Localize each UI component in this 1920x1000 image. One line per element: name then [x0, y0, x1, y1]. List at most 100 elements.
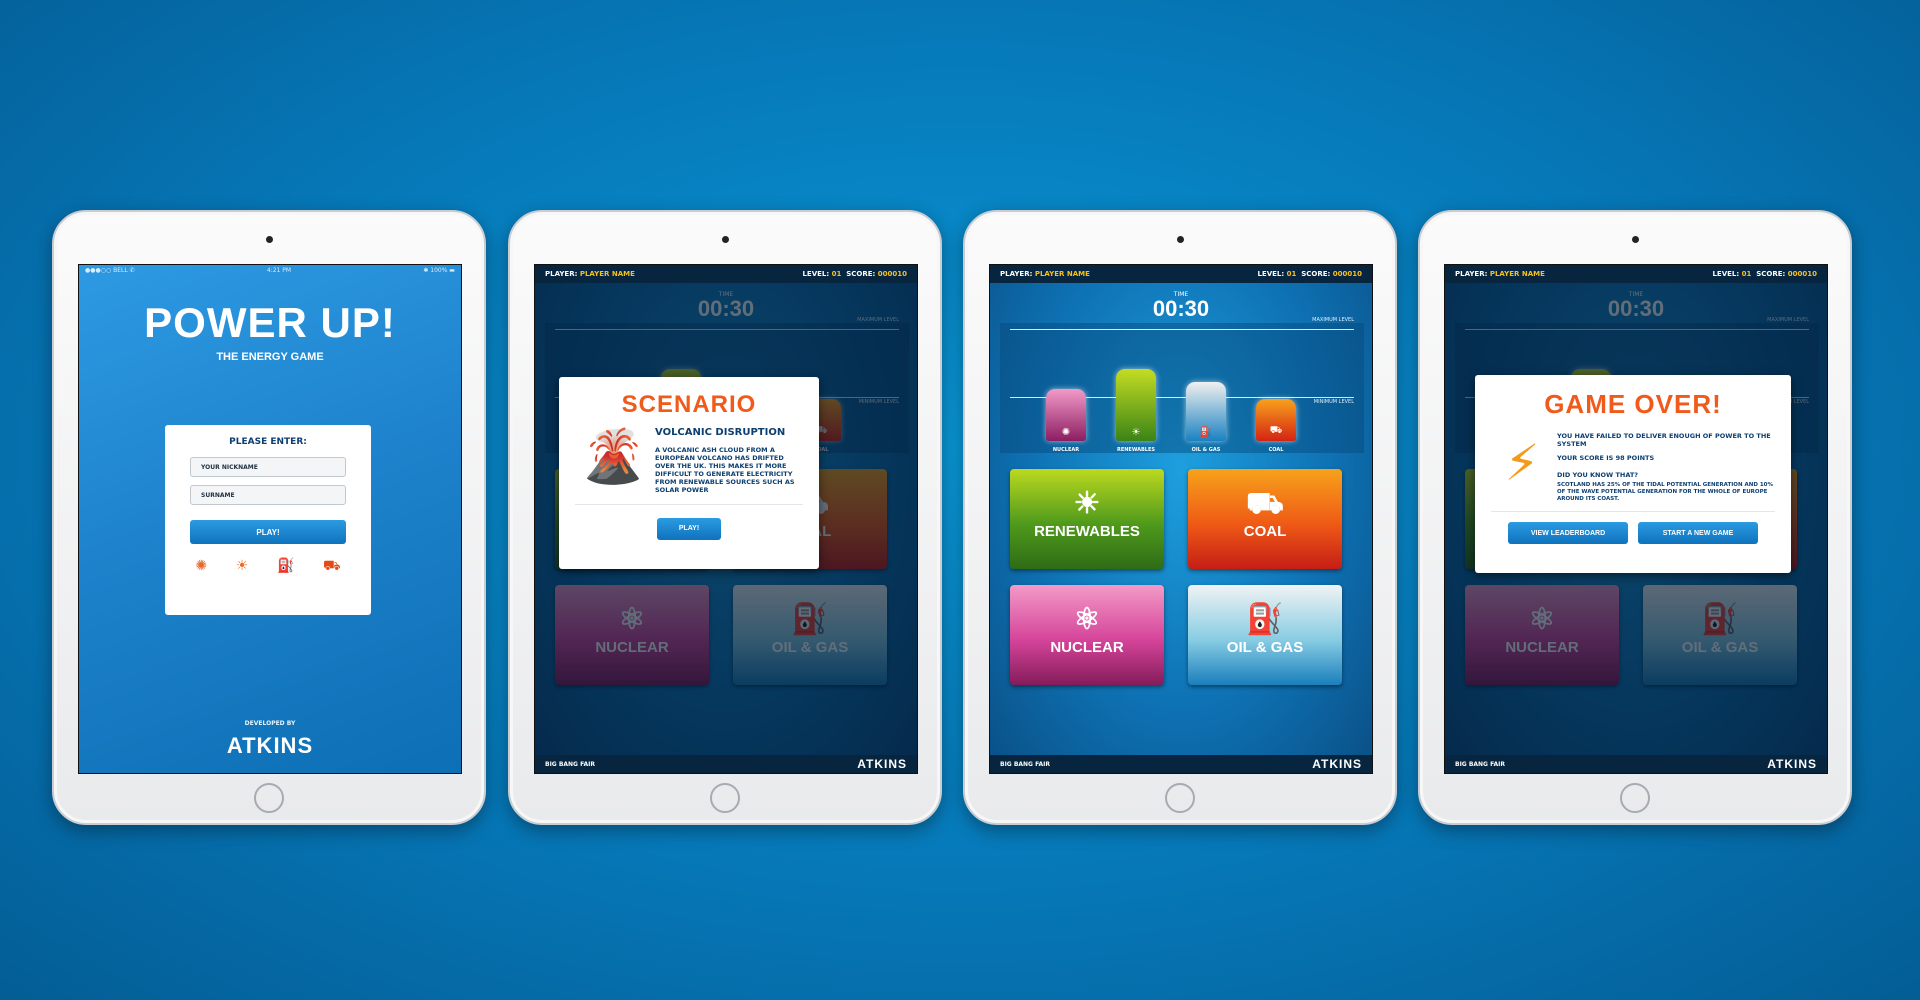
- renewables-tile-label: RENEWABLES: [1034, 523, 1140, 540]
- game-subtitle: THE ENERGY GAME: [216, 351, 324, 363]
- coal-icon: ⛟: [323, 558, 341, 574]
- scenario-play-button[interactable]: PLAY!: [657, 517, 721, 540]
- event-label: BIG BANG FAIR: [1000, 760, 1050, 768]
- fact-body: SCOTLAND HAS 25% OF THE TIDAL POTENTIAL …: [1557, 482, 1773, 502]
- coal-cart-icon: ⛟: [1269, 425, 1283, 436]
- nuclear-tile-label: NUCLEAR: [1050, 639, 1124, 656]
- volcano-icon: 🌋: [580, 427, 646, 487]
- energy-tiles: ☀ RENEWABLES ⛟ COAL ⚛ NUCLEAR ⛽ OIL & GAS: [1010, 469, 1354, 709]
- camera: [1177, 236, 1184, 243]
- footer: BIG BANG FAIR ATKINS: [990, 755, 1372, 773]
- level-label: LEVEL:: [802, 270, 830, 278]
- camera: [266, 236, 273, 243]
- home-button[interactable]: [710, 783, 740, 813]
- level-value: 01: [831, 270, 842, 278]
- ipad-game-over: PLAYER: PLAYER NAME LEVEL: 01 SCORE: 000…: [1418, 210, 1852, 825]
- coal-tile[interactable]: ⛟ COAL: [1188, 469, 1342, 569]
- dialog-divider: [575, 504, 803, 505]
- home-button[interactable]: [1165, 783, 1195, 813]
- dialog-divider: [1491, 511, 1775, 512]
- coal-tile-label: COAL: [1243, 523, 1287, 540]
- player-label: PLAYER:: [1455, 270, 1488, 278]
- solar-panel-icon: ☀: [1073, 487, 1101, 520]
- game-title: POWER UP!: [144, 299, 396, 346]
- renewables-tile[interactable]: ☀ RENEWABLES: [1010, 469, 1164, 569]
- jerrycan-icon: ⛽: [1199, 427, 1213, 438]
- hud: PLAYER: PLAYER NAME LEVEL: 01 SCORE: 000…: [1445, 265, 1827, 283]
- scenario-title: SCENARIO: [621, 391, 757, 418]
- footer-logo: ATKINS: [857, 757, 907, 771]
- clock-text: 4:21 PM: [266, 267, 292, 274]
- nickname-field[interactable]: YOUR NICKNAME: [190, 457, 346, 477]
- battery-text: ✱ 100% ▬: [423, 267, 455, 274]
- score-value: 000010: [877, 270, 907, 278]
- footer-logo: ATKINS: [1312, 757, 1362, 771]
- atkins-logo: ATKINS: [226, 733, 314, 758]
- player-name: PLAYER NAME: [1034, 270, 1090, 278]
- oil-gas-tile[interactable]: ⛽ OIL & GAS: [1188, 585, 1342, 685]
- max-level-line: [1010, 329, 1354, 330]
- home-button[interactable]: [1620, 783, 1650, 813]
- score-value: 000010: [1787, 270, 1817, 278]
- footer-logo: ATKINS: [1767, 757, 1817, 771]
- energy-bar: ☀: [1116, 369, 1156, 441]
- status-bar: ●●●○○ BELL ✆ 4:21 PM ✱ 100% ▬: [79, 265, 461, 277]
- game-over-screen: PLAYER: PLAYER NAME LEVEL: 01 SCORE: 000…: [1444, 264, 1828, 774]
- game-screen: PLAYER: PLAYER NAME LEVEL: 01 SCORE: 000…: [989, 264, 1373, 774]
- game-over-title: GAME OVER!: [1544, 389, 1722, 419]
- score-value: 000010: [1332, 270, 1362, 278]
- player-label: PLAYER:: [1000, 270, 1033, 278]
- footer: BIG BANG FAIR ATKINS: [535, 755, 917, 773]
- renewables-icon: ☀: [235, 558, 249, 574]
- game-over-message: YOU HAVE FAILED TO DELIVER ENOUGH OF POW…: [1557, 432, 1771, 448]
- developed-by-label: DEVELOPED BY: [244, 720, 296, 727]
- energy-icons: ✺ ☀ ⛽ ⛟: [165, 544, 371, 576]
- ipad-scenario: PLAYER: PLAYER NAME LEVEL: 01 SCORE: 000…: [508, 210, 942, 825]
- carrier-text: ●●●○○ BELL ✆: [85, 267, 135, 274]
- nuclear-icon: ✺: [195, 558, 208, 574]
- coal-cart-icon: ⛟: [1246, 487, 1284, 520]
- scenario-heading: VOLCANIC DISRUPTION: [655, 427, 786, 438]
- hud: PLAYER: PLAYER NAME LEVEL: 01 SCORE: 000…: [535, 265, 917, 283]
- ipad-game: PLAYER: PLAYER NAME LEVEL: 01 SCORE: 000…: [963, 210, 1397, 825]
- view-leaderboard-button[interactable]: VIEW LEADERBOARD: [1508, 522, 1628, 544]
- min-level-label: MINIMUM LEVEL: [1313, 399, 1354, 405]
- max-level-label: MAXIMUM LEVEL: [1312, 317, 1354, 323]
- hud: PLAYER: PLAYER NAME LEVEL: 01 SCORE: 000…: [990, 265, 1372, 283]
- footer: BIG BANG FAIR ATKINS: [1445, 755, 1827, 773]
- nuclear-tile[interactable]: ⚛ NUCLEAR: [1010, 585, 1164, 685]
- ipad-login: ●●●○○ BELL ✆ 4:21 PM ✱ 100% ▬ POWER UP! …: [52, 210, 486, 825]
- level-value: 01: [1741, 270, 1752, 278]
- level-label: LEVEL:: [1257, 270, 1285, 278]
- energy-bar-label: COAL: [1268, 447, 1284, 453]
- login-screen: ●●●○○ BELL ✆ 4:21 PM ✱ 100% ▬ POWER UP! …: [78, 264, 462, 774]
- atom-icon: ⚛: [1073, 603, 1101, 636]
- energy-chart: MAXIMUM LEVEL MINIMUM LEVEL ✺ NUCLEAR ☀ REN…: [1000, 317, 1364, 453]
- login-card: PLEASE ENTER: YOUR NICKNAME SURNAME PLAY…: [165, 425, 371, 615]
- energy-bar-label: NUCLEAR: [1052, 447, 1080, 453]
- surname-field[interactable]: SURNAME: [190, 485, 346, 505]
- start-new-game-button[interactable]: START A NEW GAME: [1638, 522, 1758, 544]
- energy-bar: ✺: [1046, 389, 1086, 441]
- atom-icon: ✺: [1061, 427, 1071, 438]
- jerrycan-icon: ⛽: [1246, 603, 1284, 636]
- player-name: PLAYER NAME: [1489, 270, 1545, 278]
- camera: [722, 236, 729, 243]
- play-button[interactable]: PLAY!: [190, 520, 346, 544]
- scenario-dialog: SCENARIO 🌋 VOLCANIC DISRUPTION A VOLCANI…: [559, 377, 819, 569]
- final-score-text: YOUR SCORE IS 98 POINTS: [1557, 454, 1655, 462]
- energy-bar-label: RENEWABLES: [1116, 447, 1156, 453]
- energy-bar: ⛽: [1186, 382, 1226, 441]
- camera: [1632, 236, 1639, 243]
- home-button[interactable]: [254, 783, 284, 813]
- fact-heading: DID YOU KNOW THAT?: [1557, 471, 1639, 479]
- score-label: SCORE:: [1301, 270, 1331, 278]
- event-label: BIG BANG FAIR: [545, 760, 595, 768]
- oil-gas-icon: ⛽: [276, 558, 295, 574]
- oil-gas-tile-label: OIL & GAS: [1226, 639, 1304, 656]
- scenario-body: A VOLCANIC ASH CLOUD FROM A EUROPEAN VOL…: [655, 446, 795, 494]
- event-label: BIG BANG FAIR: [1455, 760, 1505, 768]
- lightning-icon: ⚡: [1504, 434, 1540, 492]
- player-label: PLAYER:: [545, 270, 578, 278]
- game-over-dialog: GAME OVER! ⚡ YOU HAVE FAILED TO DELIVER …: [1475, 375, 1791, 573]
